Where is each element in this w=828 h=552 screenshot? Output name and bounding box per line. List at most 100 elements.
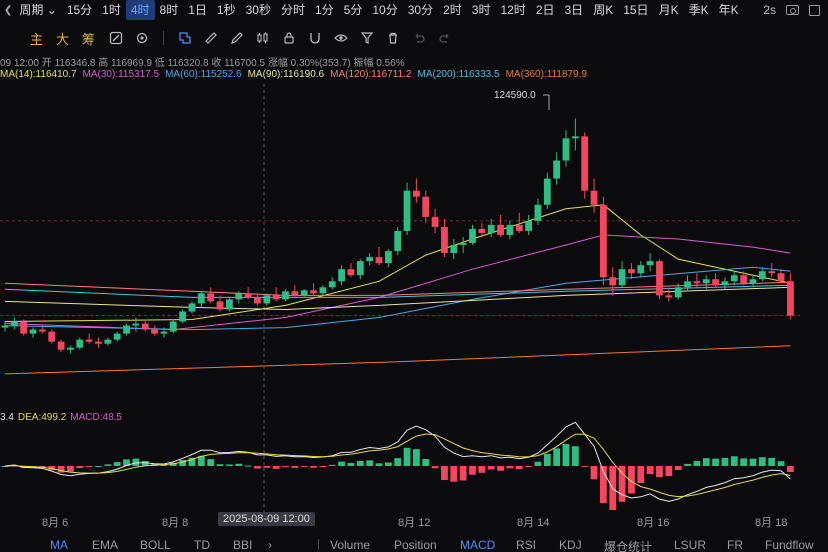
macd-bar [95, 465, 102, 467]
ma360-value: MA(360):111879.9 [505, 69, 587, 80]
tf-10m[interactable]: 10分 [367, 0, 402, 20]
tf-30s[interactable]: 30秒 [241, 0, 276, 20]
tf-15d[interactable]: 15日 [618, 0, 653, 20]
macd-bar [57, 466, 65, 473]
high-value: 116969.9 [111, 58, 152, 69]
ma30-value: MA(30):115317.5 [82, 69, 160, 80]
candle-body [674, 287, 682, 298]
ind-liquidation[interactable]: 爆仓统计 [604, 538, 652, 552]
candlestick-icon[interactable] [250, 27, 276, 49]
tf-3d[interactable]: 3日 [560, 0, 589, 20]
tf-1m[interactable]: 1分 [310, 0, 339, 20]
x-label-aug18: 8月 18 [755, 517, 788, 529]
ind-boll[interactable]: BOLL [140, 538, 171, 552]
x-label-aug16: 8月 16 [637, 517, 670, 529]
macd-bar [497, 466, 504, 471]
ind-macd[interactable]: MACD [460, 538, 495, 552]
candle [20, 319, 28, 336]
ind-fundflow[interactable]: Fundflow [765, 538, 814, 552]
settings-icon[interactable] [129, 27, 155, 49]
trash-icon[interactable] [380, 27, 406, 49]
macd-bar [674, 466, 682, 471]
tf-3h[interactable]: 3时 [467, 0, 496, 20]
macd-bar [721, 457, 729, 466]
ind-volume[interactable]: Volume [330, 538, 370, 552]
macd-bar [263, 466, 271, 468]
tf-month[interactable]: 月K [654, 0, 684, 20]
candle [441, 218, 448, 258]
refresh-interval[interactable]: 2s [763, 3, 776, 17]
period-selector[interactable]: 周期 ⌄ [14, 0, 61, 20]
macd-bar [665, 466, 673, 477]
candle-body [319, 287, 327, 294]
ruler-icon[interactable] [198, 27, 224, 49]
candle-body [113, 333, 121, 340]
main-chart-toggle[interactable]: 主 [30, 29, 43, 48]
chevron-right-icon[interactable]: › [268, 538, 272, 552]
filter-icon[interactable] [354, 27, 380, 49]
macd-bar [338, 461, 345, 466]
screenshot-icon[interactable] [786, 5, 799, 15]
tf-4h[interactable]: 4时 [125, 0, 155, 20]
macd-bar [487, 466, 495, 470]
tf-2d[interactable]: 2日 [531, 0, 560, 20]
tf-quarter[interactable]: 季K [684, 0, 714, 20]
ind-fr[interactable]: FR [727, 538, 743, 552]
ind-lsur[interactable]: LSUR [674, 538, 706, 552]
candle-body [20, 321, 28, 334]
select-tool-icon[interactable] [172, 27, 198, 49]
tf-8h[interactable]: 8时 [155, 0, 184, 20]
redo-icon[interactable] [432, 27, 458, 49]
macd-bar [356, 460, 364, 466]
big-order-toggle[interactable]: 大 [56, 29, 69, 48]
tf-year[interactable]: 年K [714, 0, 744, 20]
ind-ma[interactable]: MA [50, 538, 68, 552]
chip-distribution-toggle[interactable]: 筹 [82, 29, 95, 48]
candle-body [160, 331, 168, 334]
candle-body [29, 329, 37, 334]
chevron-down-icon: ⌄ [46, 3, 57, 17]
tf-5m[interactable]: 5分 [339, 0, 368, 20]
tf-week[interactable]: 周K [588, 0, 618, 20]
candle-body [151, 329, 158, 334]
peak-label: 124590.0 [494, 90, 536, 101]
tf-12h[interactable]: 12时 [495, 0, 530, 20]
tf-time-share[interactable]: 分时 [276, 0, 310, 20]
tf-30m[interactable]: 30分 [403, 0, 438, 20]
ind-ema[interactable]: EMA [92, 538, 118, 552]
candle-body [67, 347, 74, 350]
tf-1h[interactable]: 1时 [97, 0, 126, 20]
magnet-icon[interactable] [302, 27, 328, 49]
undo-icon[interactable] [406, 27, 432, 49]
tf-15m[interactable]: 15分 [62, 0, 97, 20]
chevron-left-icon[interactable]: ❮ [4, 5, 12, 16]
ind-rsi[interactable]: RSI [516, 538, 536, 552]
x-axis: 8月 6 8月 8 2025-08-09 12:00 8月 12 8月 14 8… [0, 512, 828, 529]
auto-draw-icon[interactable] [103, 27, 129, 49]
ind-position[interactable]: Position [394, 538, 437, 552]
macd-bar [543, 453, 551, 466]
candle-body [600, 204, 607, 278]
fullscreen-icon[interactable] [809, 4, 820, 16]
price-chart[interactable]: 124590.0 [0, 84, 828, 512]
pen-icon[interactable] [224, 27, 250, 49]
tf-1d[interactable]: 1日 [183, 0, 212, 20]
candle [749, 275, 757, 288]
candle-body [721, 281, 729, 286]
macd-bar [693, 460, 701, 466]
ind-bbi[interactable]: BBI [233, 538, 252, 552]
macd-bar [581, 466, 589, 467]
indicator-divider [318, 539, 319, 550]
lock-icon[interactable] [276, 27, 302, 49]
ind-td[interactable]: TD [194, 538, 210, 552]
candle [338, 265, 345, 286]
macd-bar [618, 466, 626, 502]
ind-kdj[interactable]: KDJ [559, 538, 582, 552]
eye-icon[interactable] [328, 27, 354, 49]
tf-1s[interactable]: 1秒 [212, 0, 241, 20]
candle-body [282, 291, 289, 300]
candle-body [618, 269, 626, 286]
tf-2h[interactable]: 2时 [438, 0, 467, 20]
candle-body [459, 243, 467, 246]
macd-bar [730, 456, 738, 466]
